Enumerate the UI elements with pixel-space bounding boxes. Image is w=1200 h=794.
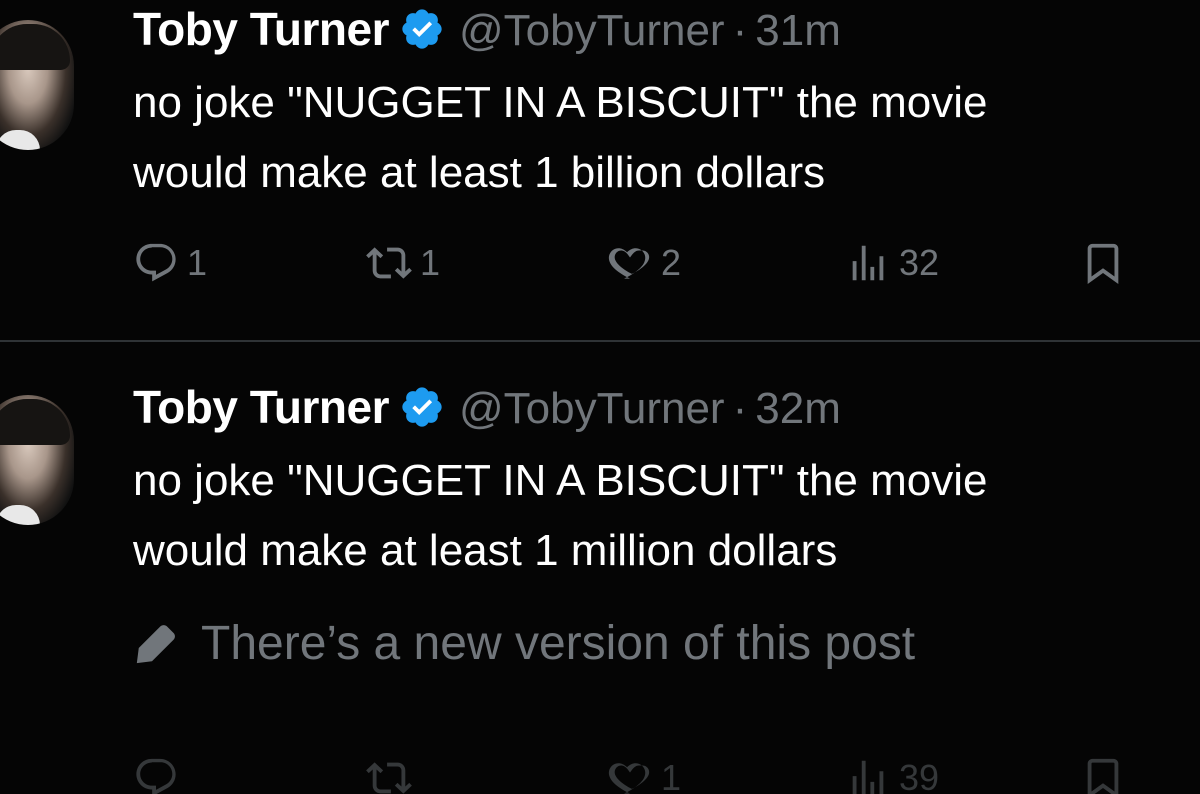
like-count: 1 bbox=[661, 757, 682, 794]
avatar-collar bbox=[0, 505, 40, 525]
views-button[interactable]: 39 bbox=[845, 748, 939, 794]
heart-icon bbox=[608, 763, 650, 794]
new-version-notice[interactable]: There’s a new version of this post bbox=[133, 616, 915, 671]
new-version-label: There’s a new version of this post bbox=[201, 617, 916, 670]
reply-button[interactable] bbox=[133, 748, 187, 794]
repost-icon bbox=[366, 762, 412, 794]
bookmark-button[interactable] bbox=[1080, 748, 1126, 794]
tweet-text-line: no joke "NUGGET IN A BISCUIT" the movie bbox=[133, 456, 988, 505]
action-bar: 1 39 bbox=[0, 748, 1200, 794]
avatar-hair bbox=[0, 399, 70, 445]
like-button[interactable]: 1 bbox=[607, 748, 681, 794]
view-count: 39 bbox=[899, 757, 940, 794]
bookmark-icon bbox=[1087, 758, 1119, 794]
verified-badge-icon[interactable] bbox=[399, 384, 445, 430]
timestamp[interactable]: 32m bbox=[755, 384, 841, 434]
timeline: Toby Turner @TobyTurner · 31m no joke "N… bbox=[0, 0, 1200, 794]
display-name[interactable]: Toby Turner bbox=[133, 380, 390, 434]
tweet-text: no joke "NUGGET IN A BISCUIT" the movie … bbox=[133, 446, 1183, 586]
handle[interactable]: @TobyTurner bbox=[459, 384, 725, 434]
views-icon bbox=[852, 760, 884, 794]
separator-dot: · bbox=[732, 384, 748, 433]
tweet[interactable]: Toby Turner @TobyTurner · 32m no joke "N… bbox=[0, 0, 1200, 794]
tweet-header: Toby Turner @TobyTurner · 32m bbox=[133, 380, 841, 434]
reply-icon bbox=[136, 758, 176, 794]
pencil-icon bbox=[136, 624, 175, 663]
tweet-text-line: would make at least 1 million dollars bbox=[133, 526, 838, 575]
repost-button[interactable] bbox=[366, 748, 420, 794]
avatar[interactable] bbox=[0, 395, 74, 525]
